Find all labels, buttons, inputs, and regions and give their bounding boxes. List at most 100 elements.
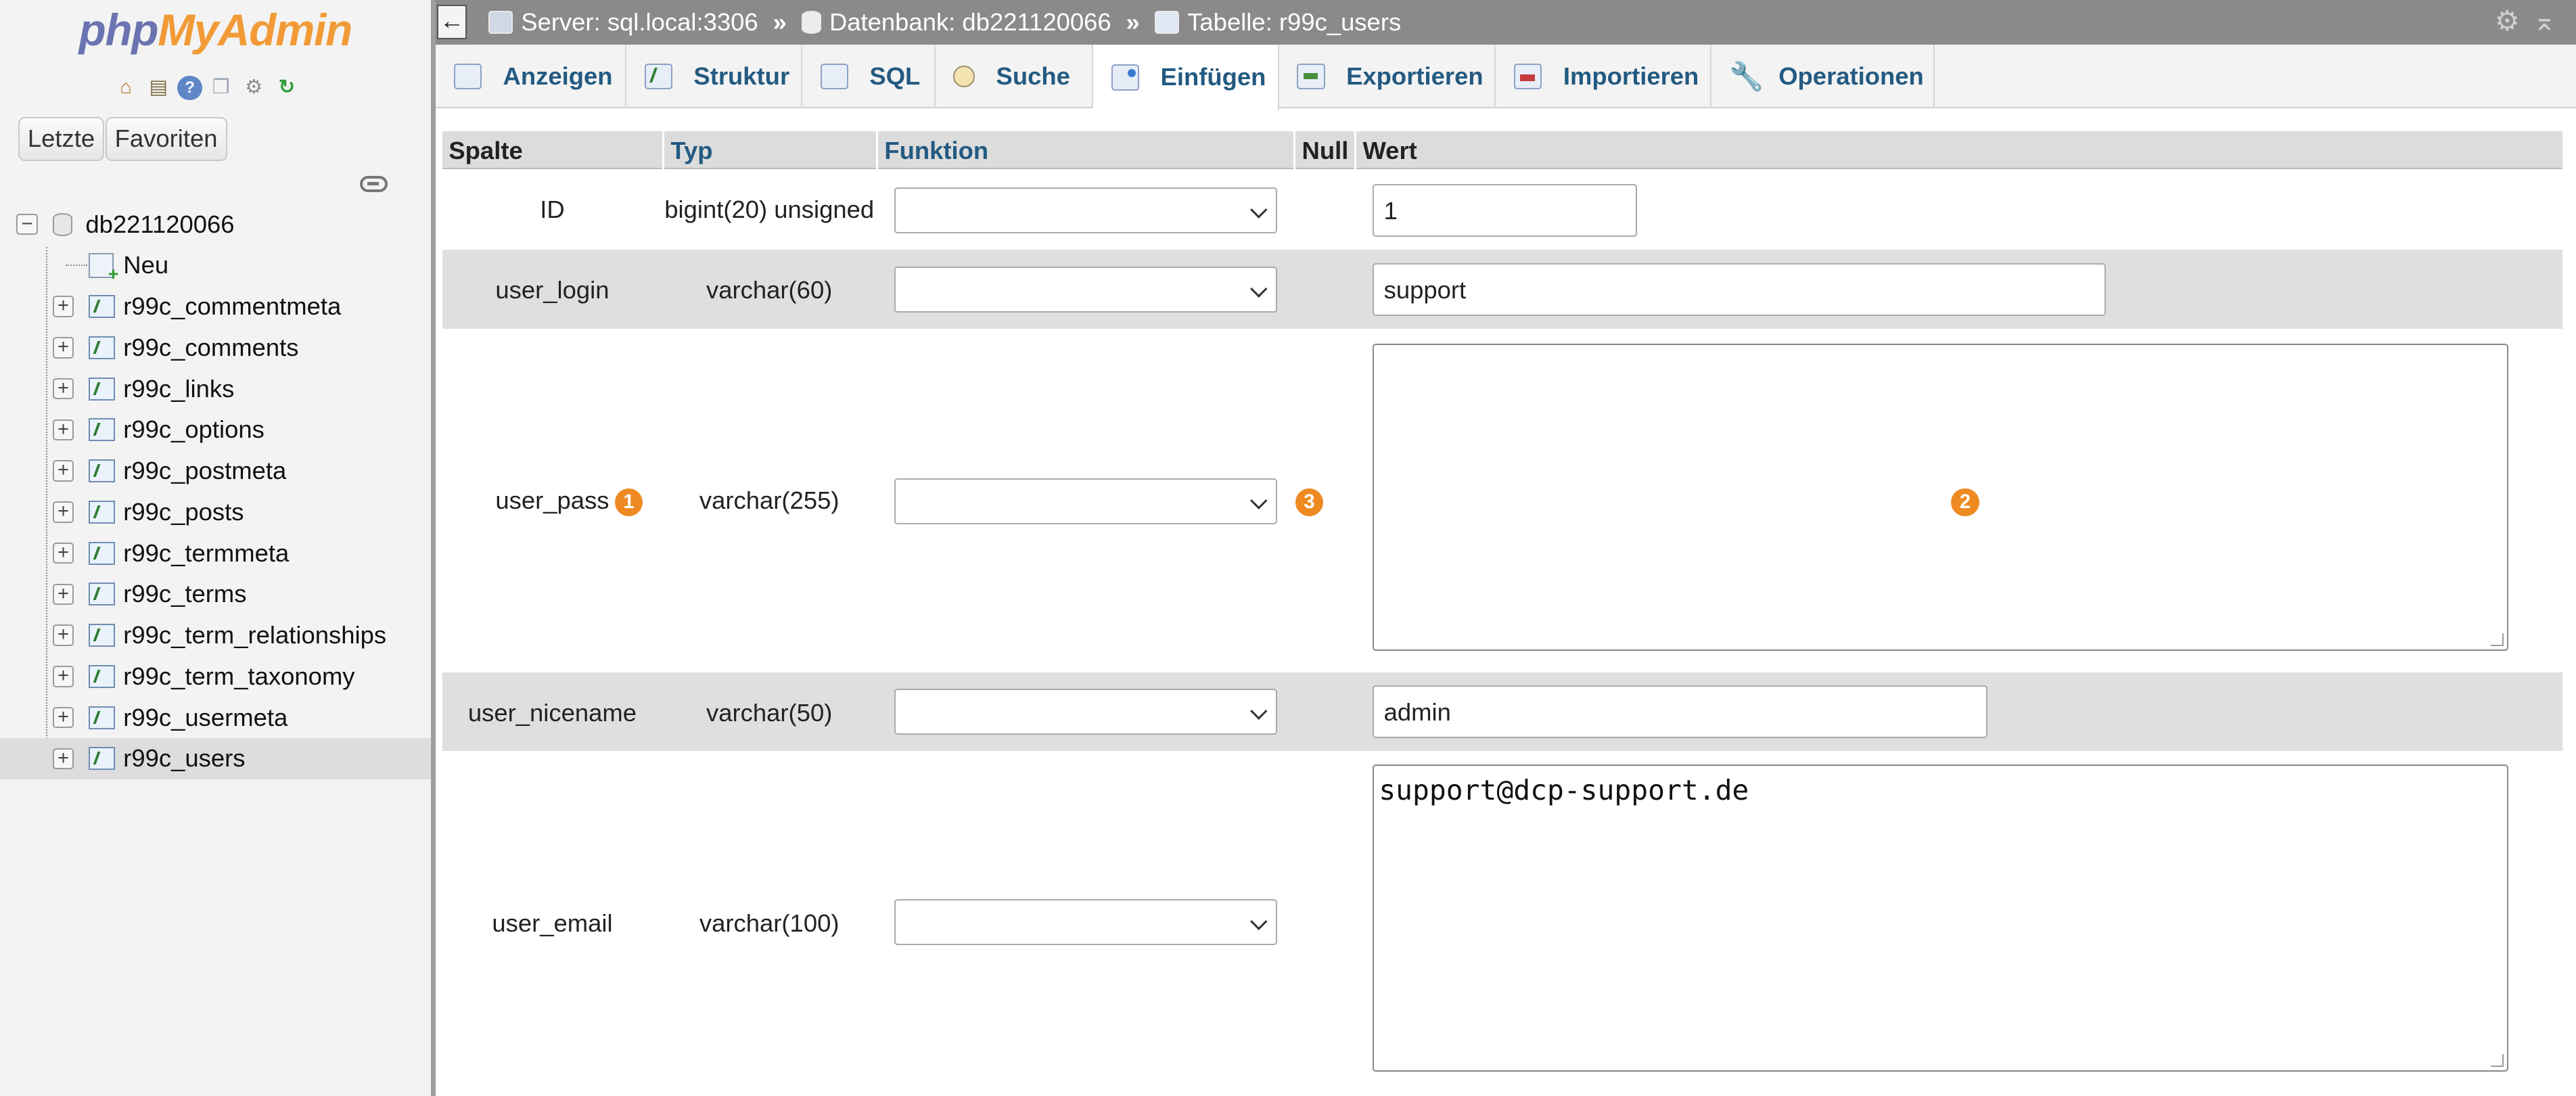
- tree-table-comments[interactable]: + r99c_comments: [0, 327, 431, 369]
- function-select[interactable]: [894, 266, 1278, 313]
- header-type[interactable]: Typ: [670, 137, 712, 165]
- tree-table-usermeta[interactable]: + r99c_usermeta: [0, 697, 431, 738]
- table-icon: [89, 459, 116, 483]
- table-icon: [89, 377, 116, 401]
- tree-table-users[interactable]: + r99c_users: [0, 738, 431, 779]
- expand-icon[interactable]: +: [52, 296, 74, 317]
- expand-icon[interactable]: +: [52, 624, 74, 646]
- table-name: r99c_links: [123, 374, 235, 403]
- expand-icon[interactable]: +: [52, 666, 74, 687]
- annotation-badge: 3: [1295, 488, 1324, 516]
- settings-icon[interactable]: ⚙: [240, 74, 268, 101]
- browse-icon: [453, 63, 482, 90]
- insert-icon: [1111, 64, 1139, 91]
- table-icon: [89, 747, 116, 771]
- tab-import[interactable]: Importieren: [1496, 44, 1711, 109]
- new-table-icon: [89, 253, 118, 285]
- header-column: Spalte: [448, 136, 523, 164]
- expand-icon[interactable]: +: [52, 337, 74, 359]
- value-textarea[interactable]: [1373, 343, 2509, 652]
- toggle-navigation-button[interactable]: ←: [437, 5, 467, 40]
- value-input[interactable]: support: [1373, 262, 2106, 316]
- search-icon: [953, 66, 975, 87]
- tab-structure[interactable]: Struktur: [626, 44, 802, 109]
- column-type: bigint(20) unsigned: [664, 196, 875, 224]
- header-function[interactable]: Funktion: [884, 137, 988, 165]
- breadcrumb-table[interactable]: Tabelle: r99c_users: [1154, 8, 1401, 37]
- tree-table-commentmeta[interactable]: + r99c_commentmeta: [0, 286, 431, 327]
- value-textarea[interactable]: support@dcp-support.de: [1373, 764, 2509, 1072]
- function-select[interactable]: [894, 187, 1278, 234]
- tab-export[interactable]: Exportieren: [1279, 44, 1496, 109]
- expand-icon[interactable]: +: [52, 419, 74, 441]
- table-icon: [1154, 10, 1180, 34]
- database-name: db221120066: [85, 210, 235, 238]
- tab-insert[interactable]: Einfügen: [1092, 44, 1279, 110]
- home-icon[interactable]: ⌂: [112, 74, 139, 101]
- tree-table-termmeta[interactable]: + r99c_termmeta: [0, 532, 431, 574]
- column-name: user_login: [495, 276, 610, 304]
- table-name: r99c_comments: [123, 333, 299, 361]
- collapse-top-icon[interactable]: ⌅: [2533, 6, 2556, 37]
- help-icon[interactable]: ?: [177, 75, 202, 101]
- database-icon[interactable]: ▤: [145, 74, 172, 101]
- expand-icon[interactable]: +: [52, 501, 74, 523]
- phpmyadmin-logo[interactable]: phpMyAdmin: [0, 5, 431, 55]
- tree-table-posts[interactable]: + r99c_posts: [0, 492, 431, 533]
- tree-table-postmeta[interactable]: + r99c_postmeta: [0, 451, 431, 492]
- function-select[interactable]: [894, 899, 1278, 946]
- value-input[interactable]: admin: [1373, 685, 1987, 739]
- table-icon: [89, 664, 116, 688]
- collapse-icon[interactable]: −: [16, 213, 38, 235]
- tab-sql[interactable]: SQL: [802, 44, 936, 109]
- header-value: Wert: [1362, 136, 1417, 164]
- settings-icon[interactable]: ⚙: [2495, 6, 2520, 37]
- column-type: varchar(100): [699, 909, 840, 937]
- tab-search[interactable]: Suche: [936, 44, 1093, 109]
- reload-icon[interactable]: ↻: [273, 74, 300, 101]
- link-with-main-panel-icon[interactable]: [360, 176, 388, 193]
- expand-icon[interactable]: +: [52, 378, 74, 400]
- expand-icon[interactable]: +: [52, 460, 74, 482]
- expand-icon[interactable]: +: [52, 748, 74, 770]
- tree-database[interactable]: − db221120066: [0, 204, 431, 245]
- database-tree: − db221120066 Neu + r99c_commentmeta + r99…: [0, 204, 431, 779]
- expand-icon[interactable]: +: [52, 542, 74, 564]
- docs-icon[interactable]: ❐: [207, 74, 235, 101]
- tree-table-term-taxonomy[interactable]: + r99c_term_taxonomy: [0, 656, 431, 698]
- function-select[interactable]: [894, 478, 1278, 525]
- panel-resizer[interactable]: [430, 0, 436, 1096]
- breadcrumb-server[interactable]: Server: sql.local:3306: [488, 8, 758, 37]
- tree-table-links[interactable]: + r99c_links: [0, 368, 431, 409]
- expand-icon[interactable]: +: [52, 583, 74, 606]
- table-tabs: Anzeigen Struktur SQL Suche Einfügen Exp…: [435, 44, 2576, 110]
- annotation-badge: 1: [614, 488, 643, 516]
- breadcrumb-separator: »: [1126, 7, 1140, 36]
- tab-operations[interactable]: 🔧 Operationen: [1711, 44, 1935, 109]
- table-name: r99c_commentmeta: [123, 292, 342, 321]
- column-type: varchar(60): [706, 276, 833, 304]
- expand-icon[interactable]: +: [52, 706, 74, 729]
- nav-tab-favorites[interactable]: Favoriten: [105, 116, 227, 162]
- tree-item-new[interactable]: Neu: [0, 245, 431, 286]
- table-icon: [89, 583, 116, 606]
- annotation-badge: 2: [1951, 488, 1979, 516]
- breadcrumb-database[interactable]: Datenbank: db221120066: [801, 8, 1111, 37]
- nav-tab-recent[interactable]: Letzte: [18, 116, 105, 162]
- tab-browse[interactable]: Anzeigen: [436, 44, 626, 109]
- table-icon: [89, 336, 116, 359]
- breadcrumb: ← Server: sql.local:3306 » Datenbank: db…: [435, 0, 2576, 45]
- table-name: r99c_postmeta: [123, 457, 287, 485]
- value-input[interactable]: 1: [1373, 184, 1638, 237]
- table-row: user_email varchar(100) support@dcp-supp…: [442, 752, 2563, 1096]
- table-name: r99c_termmeta: [123, 539, 290, 567]
- tree-table-options[interactable]: + r99c_options: [0, 409, 431, 451]
- table-row: user_login varchar(60) support: [442, 250, 2563, 329]
- function-select[interactable]: [894, 689, 1278, 735]
- insert-table-header: Spalte Typ Funktion Null Wert: [442, 131, 2563, 170]
- import-icon: [1514, 63, 1542, 90]
- tree-table-term-relationships[interactable]: + r99c_term_relationships: [0, 615, 431, 656]
- table-name: r99c_options: [123, 415, 264, 444]
- tree-table-terms[interactable]: + r99c_terms: [0, 574, 431, 615]
- export-icon: [1297, 63, 1325, 90]
